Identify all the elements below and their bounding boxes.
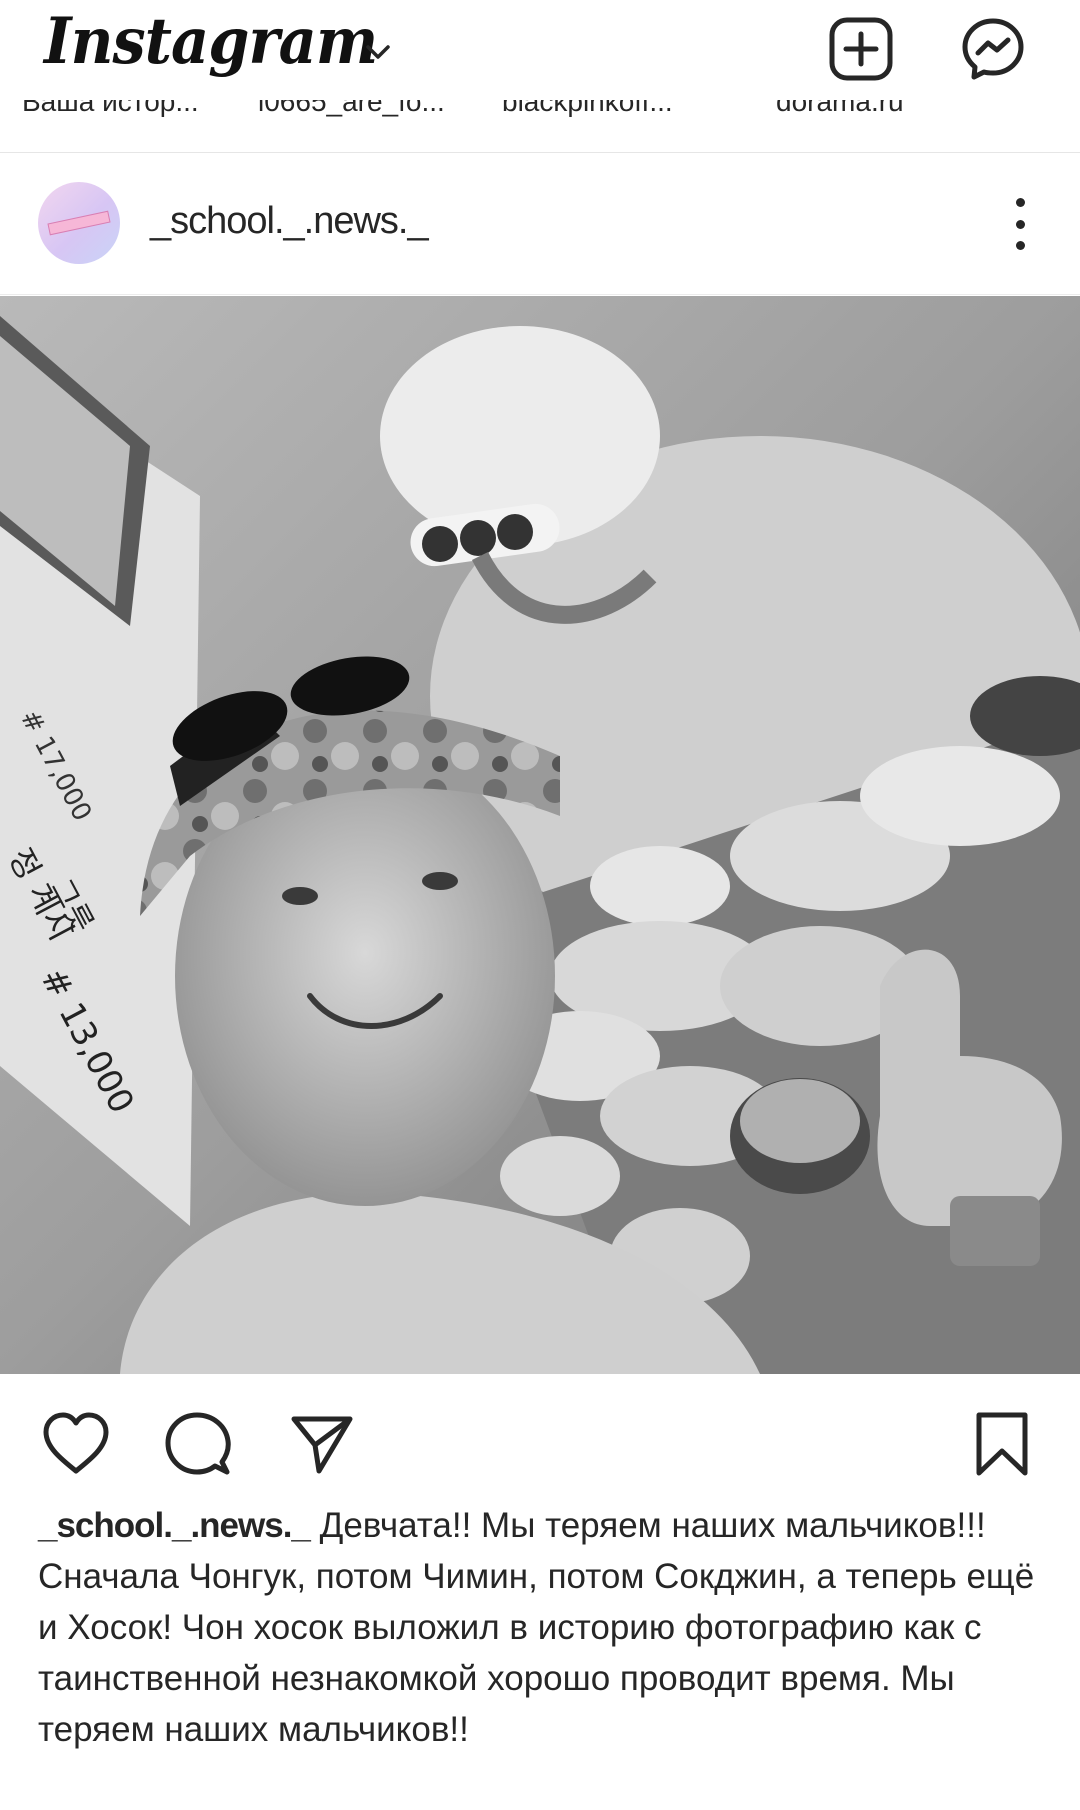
comment-icon [165,1412,231,1475]
new-post-button[interactable] [818,6,904,92]
story-label[interactable]: blackpinkоff... [502,100,673,118]
avatar[interactable] [38,182,120,264]
add-post-icon [829,17,893,81]
top-bar: Instagram [0,0,1080,112]
post-username[interactable]: _school._.news._ [150,200,429,243]
avatar-sticker [47,210,111,236]
more-options-icon[interactable] [1000,198,1040,250]
post-header: _school._.news._ [0,152,1080,295]
heart-icon [43,1412,109,1474]
instagram-logo[interactable]: Instagram [44,4,378,79]
share-icon [291,1416,353,1474]
post-actions [0,1374,1080,1504]
messenger-icon [962,18,1024,80]
like-button[interactable] [36,1404,116,1484]
story-label[interactable]: i0665_are_fo... [258,100,445,118]
stories-strip: Ваша истор... i0665_are_fo... blackpinkо… [0,100,1080,153]
post-photo[interactable]: # 17,000 정 계시 그릇 # 13,000 [0,296,1080,1374]
story-label[interactable]: dorama.ru [776,100,904,118]
photo-illustration: # 17,000 정 계시 그릇 # 13,000 [0,296,1080,1374]
share-button[interactable] [282,1404,362,1484]
story-label[interactable]: Ваша истор... [22,100,199,118]
messenger-button[interactable] [950,6,1036,92]
bookmark-icon [976,1412,1028,1476]
chevron-down-icon[interactable] [360,34,396,70]
caption-username[interactable]: _school._.news._ [38,1506,311,1545]
save-button[interactable] [962,1404,1042,1484]
post-caption: _school._.news._ Девчата!! Мы теряем наш… [38,1500,1048,1755]
comment-button[interactable] [158,1404,238,1484]
